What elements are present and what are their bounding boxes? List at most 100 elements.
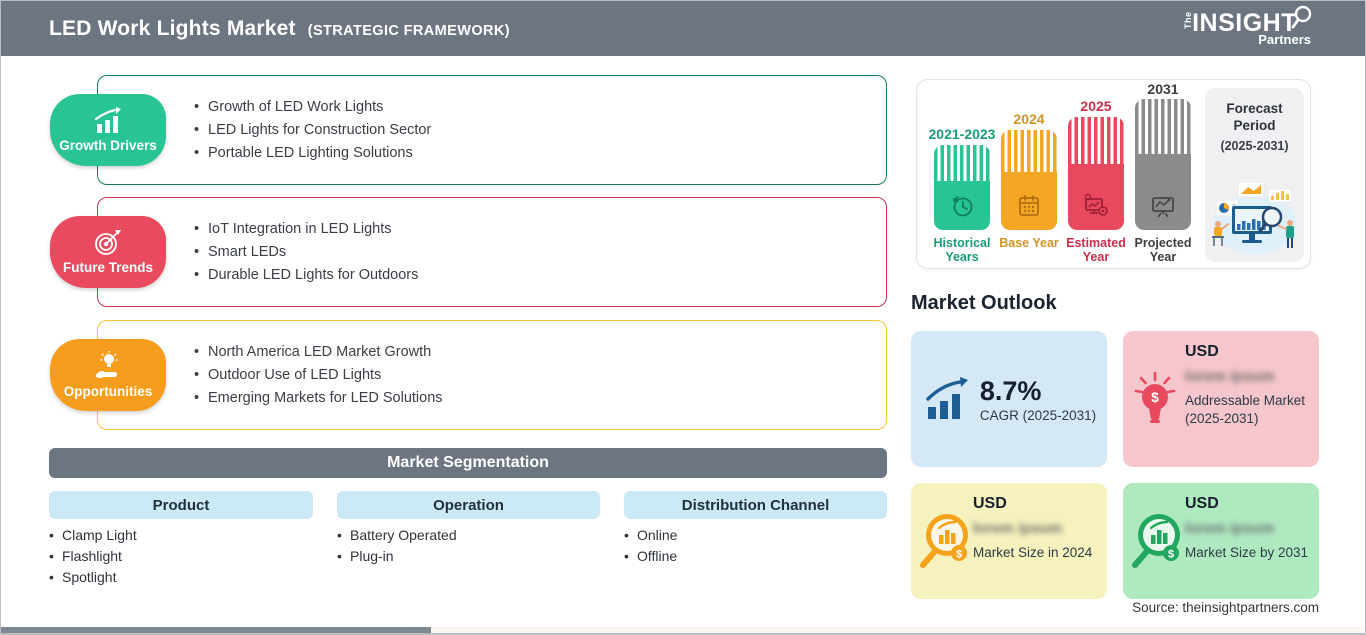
future-trends-list: IoT Integration in LED Lights Smart LEDs… (98, 198, 886, 306)
gear-chart-icon (1084, 193, 1108, 216)
page-title: LED Work Lights Market (49, 16, 296, 40)
market-outlook-title: Market Outlook (911, 292, 1057, 314)
growth-drivers-box: Growth Drivers Growth of LED Work Lights… (50, 75, 887, 185)
currency-label: USD (973, 495, 1007, 512)
badge-label: Growth Drivers (59, 138, 157, 153)
list-item: Durable LED Lights for Outdoors (194, 267, 886, 283)
card-label: Market Size by 2031 (1185, 545, 1309, 560)
timeline-year: 2021-2023 (928, 126, 996, 142)
logo-name: INSIGHT (1192, 9, 1297, 37)
timeline-caption: Estimated Year (1066, 236, 1126, 264)
card-label: Market Size in 2024 (973, 545, 1093, 560)
opportunities-list: North America LED Market Growth Outdoor … (98, 321, 886, 429)
timeline-caption: Projected Year (1134, 236, 1192, 264)
bar-stripes (934, 145, 990, 181)
infographic-page: LED Work Lights Market (STRATEGIC FRAMEW… (0, 0, 1366, 635)
footer-strip (1, 627, 1365, 634)
blurred-value: lorem ipsum (1185, 520, 1275, 537)
list-item: Outdoor Use of LED Lights (194, 367, 886, 383)
bar-stripes (1001, 130, 1057, 172)
clock-history-icon (952, 196, 973, 217)
list-item: Growth of LED Work Lights (194, 99, 886, 115)
cagr-label: CAGR (2025-2031) (979, 407, 1097, 423)
header: LED Work Lights Market (STRATEGIC FRAMEW… (1, 1, 1365, 56)
card-text: USD lorem ipsum Addressable Market (2025… (1185, 343, 1311, 428)
presentation-chart-icon (1152, 197, 1174, 218)
segment-header-distribution: Distribution Channel (624, 491, 887, 519)
timeline-year: 2031 (1147, 81, 1179, 97)
list-item: IoT Integration in LED Lights (194, 221, 886, 237)
card-text: USD lorem ipsum Market Size in 2024 (973, 495, 1099, 562)
cagr-text: 8.7% CAGR (2025-2031) (980, 376, 1096, 423)
forecast-line2: Period (1233, 118, 1276, 133)
svg-text:$: $ (1168, 549, 1174, 561)
list-item: Clamp Light (49, 525, 137, 546)
opportunities-box: Opportunities North America LED Market G… (50, 320, 887, 430)
badge-label: Future Trends (62, 260, 153, 275)
forecast-line1: Forecast (1226, 101, 1283, 116)
segment-header-operation: Operation (337, 491, 600, 519)
list-item: LED Lights for Construction Sector (194, 122, 886, 138)
growth-drivers-list: Growth of LED Work Lights LED Lights for… (98, 76, 886, 184)
cagr-card: 8.7% CAGR (2025-2031) (911, 331, 1107, 467)
timeline-card: 2021-2023 2024 2025 2031 Historical Year… (916, 79, 1311, 269)
bulb-dollar-icon: $ (1134, 371, 1176, 423)
svg-text:$: $ (1151, 389, 1159, 405)
list-item: Portable LED Lighting Solutions (194, 145, 886, 161)
list-item: Smart LEDs (194, 244, 886, 260)
footer-strip-dark-segment (1, 627, 431, 633)
currency-label: USD (1185, 495, 1219, 512)
currency-label: USD (1185, 343, 1219, 360)
operation-list: Battery Operated Plug-in (337, 525, 457, 567)
timeline-year: 2024 (1013, 111, 1045, 127)
base-year-bar (1001, 130, 1057, 230)
list-item: North America LED Market Growth (194, 344, 886, 360)
bar-stripes (1135, 99, 1191, 155)
header-title-wrap: LED Work Lights Market (STRATEGIC FRAMEW… (49, 17, 510, 41)
forecast-range: (2025-2031) (1220, 139, 1289, 153)
card-label: Addressable Market (2025-2031) (1185, 393, 1306, 426)
segment-header-product: Product (49, 491, 313, 519)
list-item: Offline (624, 546, 677, 567)
blurred-value: lorem ipsum (1185, 368, 1275, 385)
timeline-caption: Historical Years (933, 236, 991, 264)
logo-the: The (1183, 11, 1194, 29)
growth-chart-icon (94, 107, 121, 133)
timeline-year: 2025 (1080, 98, 1112, 114)
magnifier-icon (1291, 5, 1312, 28)
magnifier-chart-orange-icon: $ (920, 514, 968, 568)
list-item: Emerging Markets for LED Solutions (194, 390, 886, 406)
addressable-market-card: $ USD lorem ipsum Addressable Market (20… (1123, 331, 1319, 467)
distribution-list: Online Offline (624, 525, 677, 567)
future-trends-badge: Future Trends (50, 216, 166, 288)
hand-bulb-icon (96, 351, 118, 378)
list-item: Plug-in (337, 546, 457, 567)
calendar-icon (1019, 195, 1039, 216)
card-text: USD lorem ipsum Market Size by 2031 (1185, 495, 1311, 562)
list-item: Flashlight (49, 546, 137, 567)
growth-drivers-badge: Growth Drivers (50, 94, 166, 166)
magnifier-dollar-green-icon: $ (1132, 514, 1180, 568)
target-icon (95, 230, 121, 255)
blurred-value: lorem ipsum (973, 520, 1063, 537)
badge-label: Opportunities (63, 384, 153, 399)
historical-years-bar (934, 145, 990, 230)
svg-text:$: $ (956, 549, 962, 561)
bar-stripes (1068, 117, 1124, 165)
opportunities-badge: Opportunities (50, 339, 166, 411)
market-size-2031-card: $ USD lorem ipsum Market Size by 2031 (1123, 483, 1319, 599)
logo-row: The INSIGHT (1183, 5, 1313, 37)
timeline-caption: Base Year (999, 236, 1059, 250)
segmentation-title-bar: Market Segmentation (49, 448, 887, 478)
source-text: Source: theinsightpartners.com (1132, 600, 1319, 615)
list-item: Online (624, 525, 677, 546)
list-item: Spotlight (49, 567, 137, 588)
market-size-2024-card: $ USD lorem ipsum Market Size in 2024 (911, 483, 1107, 599)
cagr-value: 8.7% (979, 375, 1042, 406)
cagr-growth-icon (926, 377, 968, 419)
page-subtitle: (STRATEGIC FRAMEWORK) (307, 22, 510, 39)
future-trends-box: Future Trends IoT Integration in LED Lig… (50, 197, 887, 307)
projected-year-bar (1135, 99, 1191, 230)
analytics-illustration (1212, 181, 1297, 254)
product-list: Clamp Light Flashlight Spotlight (49, 525, 137, 588)
